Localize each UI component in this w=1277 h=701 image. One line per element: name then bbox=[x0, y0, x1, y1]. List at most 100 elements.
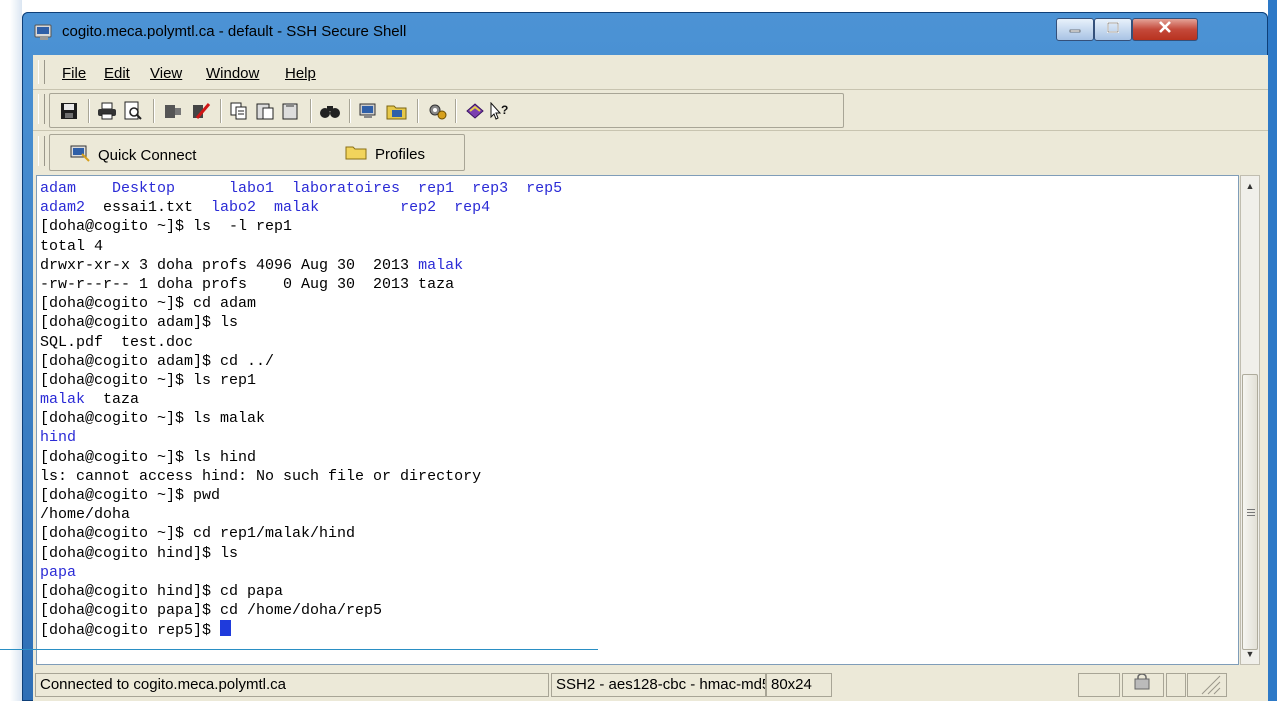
terminal-text: [doha@cogito papa]$ cd /home/doha/rep5 bbox=[40, 602, 383, 620]
terminal-line: [doha@cogito ~]$ ls malak bbox=[40, 409, 562, 428]
close-icon bbox=[1157, 20, 1173, 39]
status-bar: Connected to cogito.meca.polymtl.ca SSH2… bbox=[33, 671, 1268, 701]
terminal-line: [doha@cogito papa]$ cd /home/doha/rep5 bbox=[40, 601, 562, 620]
scroll-down-arrow-icon[interactable]: ▼ bbox=[1241, 645, 1259, 663]
terminal-line: [doha@cogito ~]$ ls -l rep1 bbox=[40, 217, 562, 236]
quick-connect-label: Quick Connect bbox=[98, 146, 197, 164]
paste-icon[interactable] bbox=[253, 99, 277, 123]
status-empty-panel bbox=[1078, 673, 1120, 697]
terminal-line: ls: cannot access hind: No such file or … bbox=[40, 467, 562, 486]
minimize-button[interactable] bbox=[1056, 18, 1094, 41]
new-file-transfer-icon[interactable] bbox=[385, 99, 409, 123]
toolbar-separator bbox=[153, 99, 155, 123]
terminal-line: adam2 essai1.txt labo2 malak rep2 rep4 bbox=[40, 198, 562, 217]
terminal-text: labo2 malak rep2 rep4 bbox=[211, 199, 491, 217]
terminal-text: hind bbox=[40, 429, 77, 447]
terminal-line: [doha@cogito hind]$ ls bbox=[40, 544, 562, 563]
terminal-line: adam Desktop labo1 laboratoires rep1 rep… bbox=[40, 179, 562, 198]
ssh-terminal-icon bbox=[34, 23, 54, 41]
profiles-button[interactable]: Profiles bbox=[345, 144, 425, 164]
terminal-text: adam Desktop labo1 laboratoires rep1 rep… bbox=[40, 180, 563, 197]
menu-file-label: File bbox=[62, 65, 87, 82]
terminal-line: [doha@cogito adam]$ cd ../ bbox=[40, 352, 562, 371]
status-cipher: SSH2 - aes128-cbc - hmac-md5 - nc bbox=[551, 673, 766, 697]
terminal-line: [doha@cogito ~]$ cd rep1/malak/hind bbox=[40, 524, 562, 543]
resize-grip-icon bbox=[1192, 675, 1222, 696]
terminal-text: malak bbox=[40, 391, 86, 409]
maximize-icon bbox=[1106, 21, 1120, 39]
toolbar-separator bbox=[88, 99, 90, 123]
disconnect-icon[interactable] bbox=[161, 99, 185, 123]
terminal-text: -rw-r--r-- 1 doha profs 0 Aug 30 2013 ta… bbox=[40, 275, 455, 293]
reconnect-icon[interactable] bbox=[189, 99, 213, 123]
terminal-line: [doha@cogito ~]$ ls hind bbox=[40, 448, 562, 467]
menu-edit[interactable]: Edit bbox=[104, 65, 130, 82]
terminal-line: malak taza bbox=[40, 390, 562, 409]
toolbar-separator bbox=[310, 99, 312, 123]
close-button[interactable] bbox=[1132, 18, 1198, 41]
quick-connect-button[interactable]: Quick Connect bbox=[70, 144, 196, 166]
quickbar-grip[interactable] bbox=[38, 136, 45, 166]
desktop-background-left bbox=[0, 0, 22, 701]
toolbar: ? bbox=[33, 90, 1268, 131]
find-icon[interactable] bbox=[318, 99, 342, 123]
toolbar-separator bbox=[417, 99, 419, 123]
status-terminal-size: 80x24 bbox=[766, 673, 832, 697]
new-terminal-icon[interactable] bbox=[357, 99, 381, 123]
quick-connect-bar: Quick Connect Profiles bbox=[33, 132, 1268, 172]
toolbar-panel: ? bbox=[49, 93, 844, 128]
terminal-text: [doha@cogito rep5]$ bbox=[40, 622, 221, 640]
title-bar[interactable]: cogito.meca.polymtl.ca - default - SSH S… bbox=[22, 12, 1268, 52]
terminal-line: [doha@cogito adam]$ ls bbox=[40, 313, 562, 332]
terminal-line: [doha@cogito ~]$ ls rep1 bbox=[40, 371, 562, 390]
help-book-icon[interactable] bbox=[463, 99, 487, 123]
terminal-line: papa bbox=[40, 563, 562, 582]
desktop-background-right bbox=[1268, 0, 1277, 701]
terminal-text: [doha@cogito ~]$ ls -l rep1 bbox=[40, 218, 293, 236]
toolbar-separator bbox=[455, 99, 457, 123]
quick-connect-icon bbox=[70, 144, 90, 166]
menu-help[interactable]: Help bbox=[285, 65, 316, 82]
copy-icon[interactable] bbox=[227, 99, 251, 123]
terminal-line: SQL.pdf test.doc bbox=[40, 333, 562, 352]
save-icon[interactable] bbox=[57, 99, 81, 123]
terminal-line: total 4 bbox=[40, 237, 562, 256]
menu-file[interactable]: File bbox=[62, 65, 86, 82]
terminal-text: ls: cannot access hind: No such file or … bbox=[40, 467, 482, 485]
context-help-icon[interactable]: ? bbox=[487, 99, 511, 123]
paste-alt-icon[interactable] bbox=[279, 99, 303, 123]
status-connection: Connected to cogito.meca.polymtl.ca bbox=[35, 673, 549, 697]
menu-window[interactable]: Window bbox=[206, 65, 259, 82]
minimize-icon bbox=[1068, 21, 1082, 39]
terminal-text: [doha@cogito ~]$ ls malak bbox=[40, 410, 266, 428]
terminal-line: drwxr-xr-x 3 doha profs 4096 Aug 30 2013… bbox=[40, 256, 562, 275]
status-lock-panel bbox=[1122, 673, 1164, 697]
menu-edit-label: Edit bbox=[104, 65, 130, 82]
menu-view[interactable]: View bbox=[150, 65, 182, 82]
window-title: cogito.meca.polymtl.ca - default - SSH S… bbox=[62, 23, 407, 40]
status-resize-grip[interactable] bbox=[1187, 673, 1227, 697]
maximize-button[interactable] bbox=[1094, 18, 1132, 41]
terminal-line: -rw-r--r-- 1 doha profs 0 Aug 30 2013 ta… bbox=[40, 275, 562, 294]
terminal-text: [doha@cogito hind]$ cd papa bbox=[40, 582, 284, 600]
print-preview-icon[interactable] bbox=[121, 99, 145, 123]
terminal-text: total 4 bbox=[40, 237, 104, 255]
terminal-area[interactable]: adam Desktop labo1 laboratoires rep1 rep… bbox=[36, 175, 1239, 665]
settings-icon[interactable] bbox=[425, 99, 449, 123]
terminal-text: SQL.pdf test.doc bbox=[40, 333, 194, 351]
annotation-line bbox=[0, 649, 598, 650]
terminal-text: [doha@cogito adam]$ cd ../ bbox=[40, 352, 275, 370]
menubar-grip[interactable] bbox=[38, 60, 45, 84]
scroll-up-arrow-icon[interactable]: ▲ bbox=[1241, 177, 1259, 195]
terminal-line: [doha@cogito ~]$ pwd bbox=[40, 486, 562, 505]
terminal-text: taza bbox=[85, 391, 140, 409]
terminal-line: [doha@cogito hind]$ cd papa bbox=[40, 582, 562, 601]
toolbar-grip[interactable] bbox=[38, 94, 45, 124]
terminal-text: /home/doha bbox=[40, 506, 131, 524]
scrollbar-grip-icon bbox=[1247, 509, 1255, 516]
encryption-icon bbox=[1134, 674, 1152, 696]
scrollbar-thumb[interactable] bbox=[1242, 374, 1258, 650]
vertical-scrollbar[interactable]: ▲ ▼ bbox=[1240, 175, 1260, 665]
print-icon[interactable] bbox=[95, 99, 119, 123]
terminal-line: /home/doha bbox=[40, 505, 562, 524]
